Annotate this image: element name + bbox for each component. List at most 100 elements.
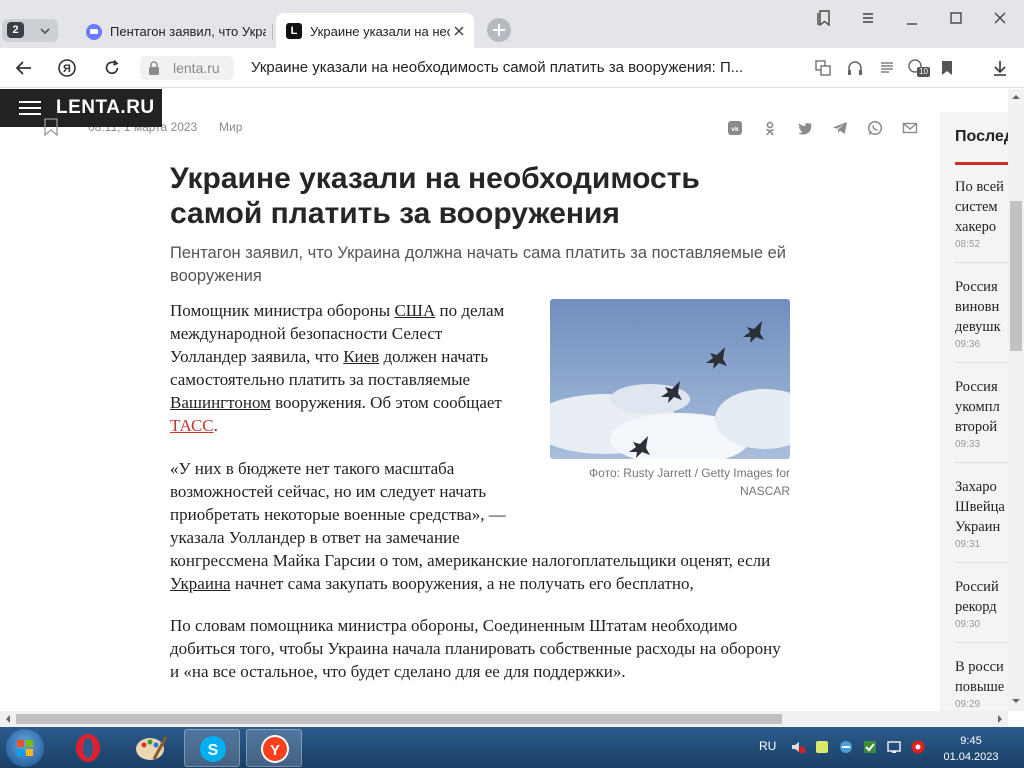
text-run: .	[213, 416, 218, 435]
tab-count-button[interactable]: 2	[2, 19, 58, 42]
svg-text:Y: Y	[270, 742, 280, 759]
news-item[interactable]: В росси повыше 09:29	[955, 657, 1008, 710]
svg-text:Я: Я	[63, 63, 71, 75]
text-run: вооружения. Об этом сообщает	[270, 393, 502, 412]
news-item-line: Захаро	[955, 479, 997, 495]
bookmark-icon[interactable]	[937, 58, 957, 78]
email-share-icon[interactable]	[902, 120, 918, 136]
taskbar-paint[interactable]	[122, 729, 178, 767]
horizontal-scrollbar[interactable]	[0, 711, 1008, 727]
display-tray-icon[interactable]	[886, 739, 902, 755]
vertical-scrollbar[interactable]	[1008, 89, 1024, 711]
article-rubric[interactable]: Мир	[219, 120, 242, 134]
language-indicator[interactable]: RU	[759, 739, 776, 753]
news-item-line: рекорд	[955, 599, 997, 615]
twitter-share-icon[interactable]	[797, 120, 813, 136]
link-washington[interactable]: Вашингтоном	[170, 393, 271, 412]
plus-icon	[493, 24, 505, 36]
odnoklassniki-share-icon[interactable]	[762, 120, 778, 136]
reader-mode-icon[interactable]	[877, 58, 897, 78]
scroll-right-arrow-icon[interactable]	[994, 711, 1006, 727]
news-item[interactable]: Россий рекорд 09:30	[955, 577, 1008, 630]
back-arrow-icon[interactable]	[14, 58, 34, 78]
news-item[interactable]: По всей систем хакеро 08:52	[955, 177, 1008, 250]
tab-label: Украине указали на нео	[310, 24, 450, 39]
article-title: Украине указали на необходимость самой п…	[170, 162, 700, 230]
translate-icon[interactable]	[813, 58, 833, 78]
link-usa[interactable]: США	[394, 301, 435, 320]
whatsapp-share-icon[interactable]	[867, 120, 883, 136]
minimize-icon[interactable]	[902, 8, 922, 28]
latest-news-sidebar: Последние новости По всей систем хакеро …	[940, 112, 1008, 711]
vertical-scroll-thumb[interactable]	[1010, 201, 1022, 351]
news-item[interactable]: Россия виновн девушк 09:36	[955, 277, 1008, 350]
tab-divider	[272, 24, 273, 40]
lenta-favicon-icon: L	[286, 23, 302, 39]
address-page-title[interactable]: Украине указали на необходимость самой п…	[251, 59, 783, 76]
start-button[interactable]	[6, 729, 44, 767]
news-item-line: По всей	[955, 179, 1004, 195]
taskbar-skype[interactable]: S	[184, 729, 240, 767]
bookmarks-collections-icon[interactable]	[814, 8, 834, 28]
divider	[955, 462, 1008, 463]
link-tass[interactable]: ТАСС	[170, 416, 214, 435]
link-ukraine[interactable]: Украина	[170, 574, 231, 593]
reload-icon[interactable]	[102, 58, 122, 78]
news-item-line: виновн	[955, 299, 1000, 315]
sidebar-heading: Последние новости	[955, 128, 1008, 145]
headphones-icon[interactable]	[845, 58, 865, 78]
divider	[955, 642, 1008, 643]
security-tray-icon[interactable]	[862, 739, 878, 755]
news-item-line: девушк	[955, 319, 1001, 335]
tab-pentagon[interactable]: Пентагон заявил, что Укра	[72, 16, 272, 48]
scroll-down-arrow-icon[interactable]	[1008, 695, 1024, 707]
site-logo-bar[interactable]: LENTA.RU	[0, 89, 162, 127]
site-brand: LENTA.RU	[56, 97, 155, 118]
news-item-time: 09:29	[955, 699, 981, 710]
vk-share-icon[interactable]: vk	[727, 120, 743, 136]
scroll-left-arrow-icon[interactable]	[2, 711, 14, 727]
menu-icon[interactable]	[858, 8, 878, 28]
download-icon[interactable]	[990, 58, 1010, 78]
chevron-down-icon	[40, 28, 50, 35]
text-run: начнет сама закупать вооружения, а не по…	[230, 574, 694, 593]
horizontal-scroll-thumb[interactable]	[16, 714, 782, 724]
yandex-logo-icon[interactable]: Я	[57, 58, 77, 78]
volume-muted-icon[interactable]	[790, 739, 806, 755]
tab-label: Пентагон заявил, что Укра	[110, 24, 266, 39]
downloads-counter[interactable]: 10	[907, 58, 931, 78]
news-item[interactable]: Россия укомпл второй 09:33	[955, 377, 1008, 450]
news-item-time: 09:30	[955, 619, 981, 630]
app-tray-icon[interactable]	[910, 739, 926, 755]
tab-lenta-active[interactable]: L Украине указали на нео	[276, 13, 474, 48]
article-lead: Пентагон заявил, что Украина должна нача…	[170, 244, 787, 285]
article-paragraph-2: «У них в бюджете нет такого масштаба воз…	[170, 457, 790, 595]
article-photo[interactable]	[550, 299, 790, 459]
network-tray-icon[interactable]	[838, 739, 854, 755]
close-window-icon[interactable]	[990, 8, 1010, 28]
news-item[interactable]: Захаро Швейца Украин 09:31	[955, 477, 1008, 550]
hamburger-menu-icon[interactable]	[19, 101, 41, 115]
new-tab-button[interactable]	[487, 18, 511, 42]
notes-tray-icon[interactable]	[814, 739, 830, 755]
fighter-jets-image	[550, 299, 790, 459]
taskbar-opera[interactable]	[60, 729, 116, 767]
svg-text:vk: vk	[731, 126, 739, 133]
windows-taskbar: S Y RU 9:45 01.04.2023	[0, 727, 1024, 768]
link-kiev[interactable]: Киев	[343, 347, 379, 366]
svg-text:S: S	[208, 742, 219, 759]
news-item-line: второй	[955, 419, 998, 435]
telegram-share-icon[interactable]	[832, 120, 848, 136]
divider	[955, 562, 1008, 563]
scroll-up-arrow-icon[interactable]	[1008, 91, 1024, 103]
article-paragraph-1: Помощник министра обороны США по делам м…	[170, 299, 520, 437]
system-clock[interactable]: 9:45 01.04.2023	[938, 733, 1004, 765]
maximize-icon[interactable]	[946, 8, 966, 28]
bookmark-article-icon[interactable]	[44, 118, 58, 136]
taskbar-yandex-browser[interactable]: Y	[246, 729, 302, 767]
domain-text: lenta.ru	[173, 60, 220, 76]
tab-count: 2	[7, 22, 24, 38]
close-tab-icon[interactable]	[452, 24, 466, 38]
sidebar-heading-underline	[955, 162, 1008, 165]
site-domain-badge[interactable]: lenta.ru	[140, 56, 234, 80]
